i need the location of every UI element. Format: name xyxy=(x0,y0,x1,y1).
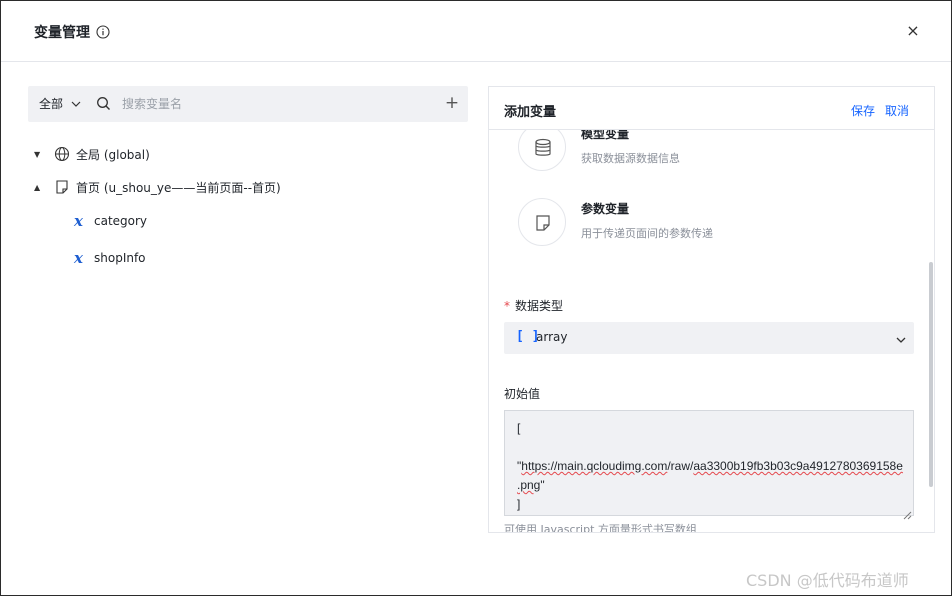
panel-header: 添加变量 保存 取消 xyxy=(489,87,934,130)
chevron-down-icon xyxy=(895,331,907,343)
variable-name: shopInfo xyxy=(94,251,146,265)
variable-manager-dialog: 变量管理 × 全部 + ▼ 全局 (global) ▲ 首页 (u_shou_y xyxy=(0,0,952,596)
variable-search-input[interactable] xyxy=(122,93,422,115)
search-icon xyxy=(96,96,111,111)
tree-node-global[interactable]: ▼ 全局 (global) xyxy=(34,143,150,165)
cancel-button[interactable]: 取消 xyxy=(885,102,909,119)
panel-title: 添加变量 xyxy=(504,105,557,120)
panel-scrollbar-thumb[interactable] xyxy=(929,262,933,487)
page-icon xyxy=(54,179,70,195)
globe-icon xyxy=(54,146,70,162)
initial-value-label: 初始值 xyxy=(504,387,541,401)
variable-x-icon: x xyxy=(74,212,83,230)
add-variable-button[interactable]: + xyxy=(443,93,461,113)
type-option-desc: 用于传递页面间的参数传递 xyxy=(581,227,713,240)
code-line: .png" xyxy=(517,476,901,495)
code-url-part: aa3300b19fb3b03c9a4912780369158e xyxy=(693,459,903,473)
dialog-title: 变量管理 xyxy=(34,25,90,41)
caret-collapsed-icon[interactable]: ▼ xyxy=(34,150,44,159)
resize-grip-icon[interactable] xyxy=(903,505,912,520)
type-option-model[interactable]: 模型变量 获取数据源数据信息 xyxy=(518,123,918,173)
dialog-header: 变量管理 × xyxy=(1,1,951,62)
code-line: [ xyxy=(517,421,521,435)
scope-filter-label: 全部 xyxy=(39,97,64,111)
type-option-name: 参数变量 xyxy=(581,202,630,216)
data-type-label-text: 数据类型 xyxy=(515,299,564,313)
watermark: CSDN @低代码布道师 xyxy=(746,571,909,590)
code-url-part: /raw/ xyxy=(667,459,694,473)
initial-value-textarea[interactable]: [ "https://main.qcloudimg.com/raw/aa3300… xyxy=(504,410,914,516)
variable-toolbar: 全部 + xyxy=(28,86,468,122)
tree-node-label: 首页 (u_shou_ye——当前页面--首页) xyxy=(76,180,281,195)
close-button[interactable]: × xyxy=(904,22,922,40)
tree-variable-shopinfo[interactable]: x shopInfo xyxy=(74,247,146,269)
required-mark: * xyxy=(504,299,510,313)
initial-value-hint: 可使用 Javascript 方面量形式书写数组 xyxy=(504,523,697,533)
type-icon-circle xyxy=(518,123,566,171)
type-icon-circle xyxy=(518,198,566,246)
data-type-select[interactable]: [ ] array xyxy=(504,322,914,354)
variable-name: category xyxy=(94,214,148,228)
code-quote: " xyxy=(540,478,545,492)
scope-filter-select[interactable]: 全部 xyxy=(39,95,81,112)
caret-expanded-icon[interactable]: ▲ xyxy=(34,183,44,192)
variable-x-icon: x xyxy=(74,249,83,267)
type-option-desc: 获取数据源数据信息 xyxy=(581,152,680,165)
add-variable-panel: 添加变量 保存 取消 模型变量 获取数据源数据信息 参数变量 用于传递页面间的参… xyxy=(488,86,935,533)
code-url-part: https://main.qcloudimg.com xyxy=(521,459,668,473)
save-button[interactable]: 保存 xyxy=(851,102,875,119)
chevron-down-icon xyxy=(71,97,81,111)
data-type-label: * 数据类型 xyxy=(504,297,563,314)
code-url-part: .png xyxy=(517,478,541,492)
info-icon[interactable] xyxy=(96,24,110,39)
code-line: ] xyxy=(517,497,521,511)
tree-node-home-page[interactable]: ▲ 首页 (u_shou_ye——当前页面--首页) xyxy=(34,176,281,198)
tree-variable-category[interactable]: x category xyxy=(74,210,147,232)
type-option-param[interactable]: 参数变量 用于传递页面间的参数传递 xyxy=(518,198,918,248)
data-type-value: array xyxy=(536,330,568,344)
tree-node-label: 全局 (global) xyxy=(76,147,150,162)
code-line: "https://main.qcloudimg.com/raw/aa3300b1… xyxy=(517,457,903,476)
